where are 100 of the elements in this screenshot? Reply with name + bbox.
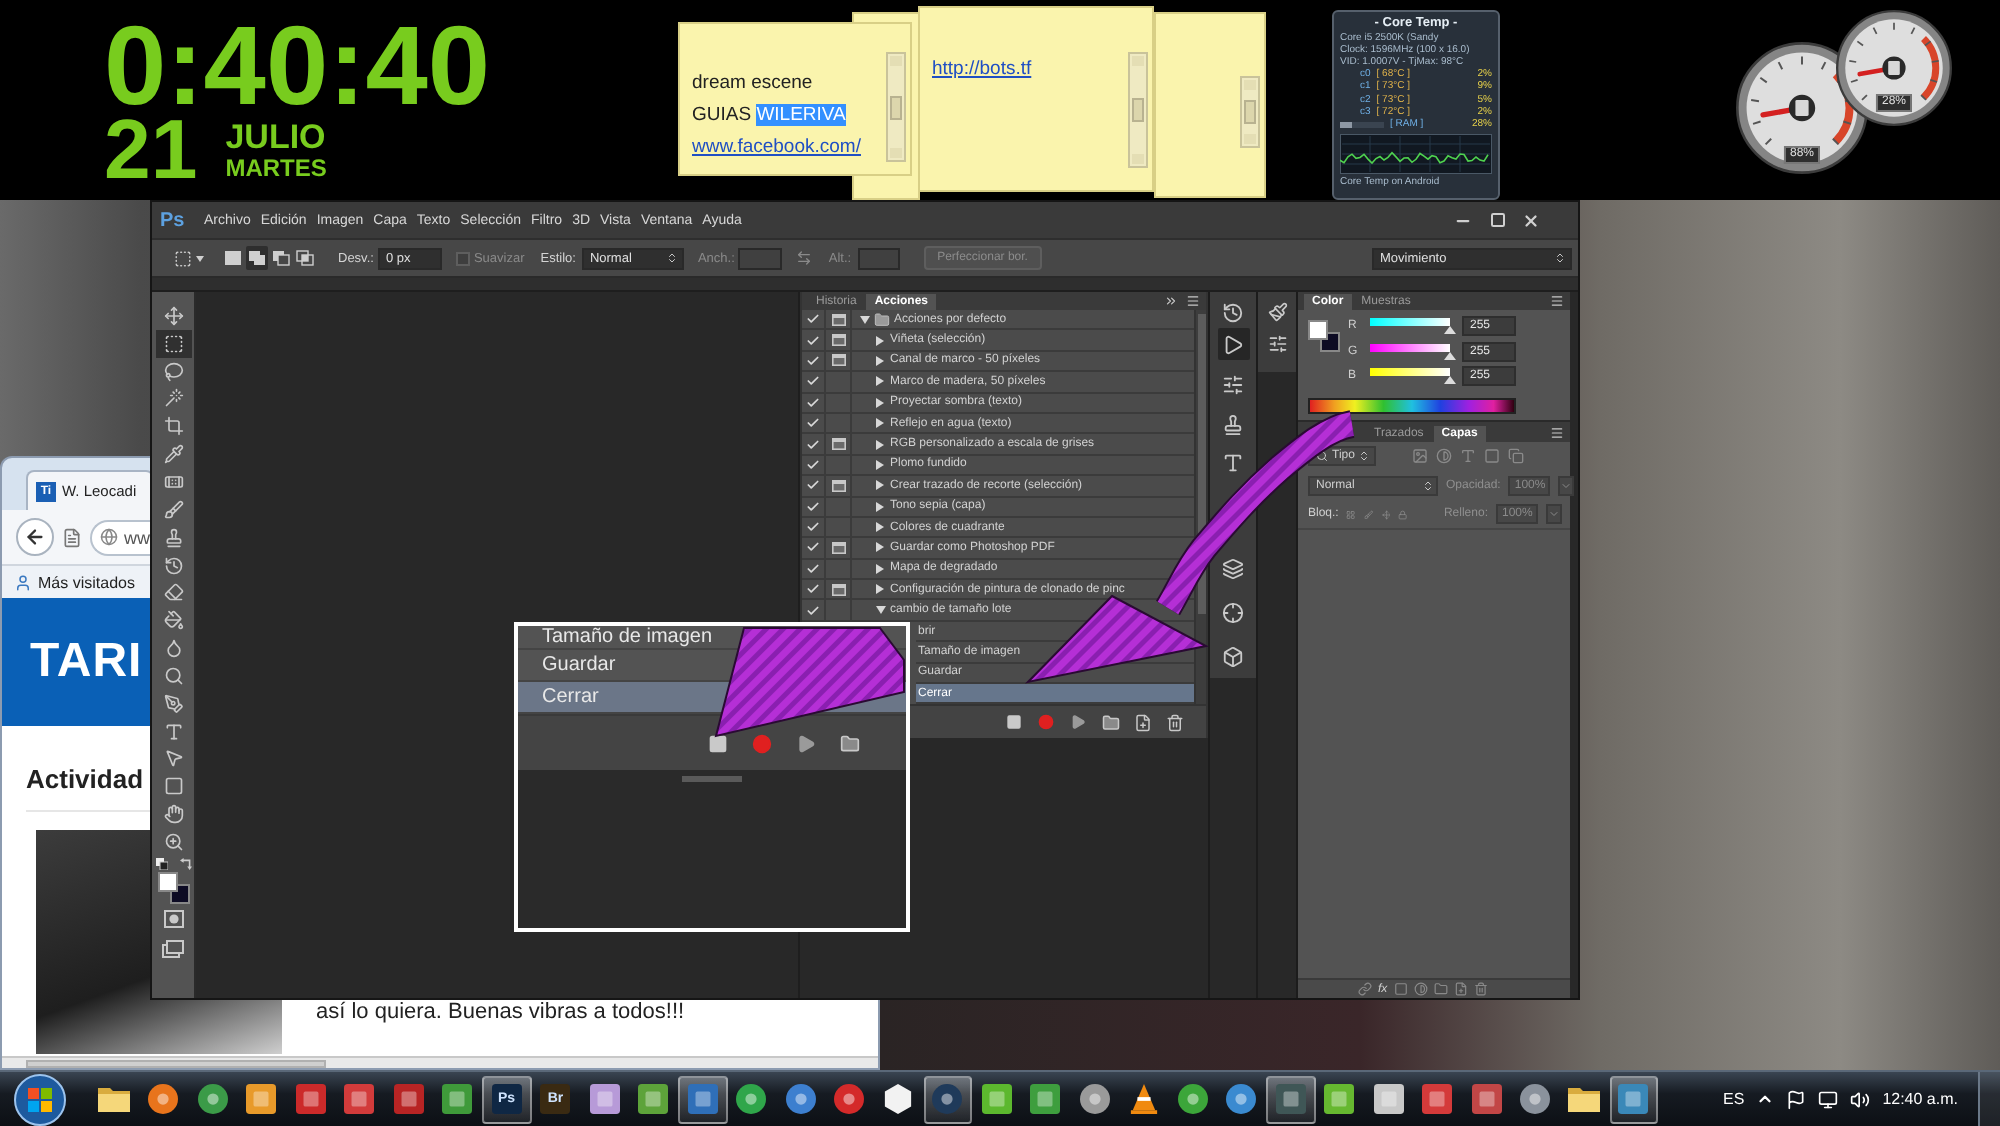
toggle-cell[interactable] bbox=[802, 580, 826, 599]
new-set-button[interactable] bbox=[1100, 712, 1120, 733]
window-icon bbox=[831, 313, 845, 326]
toggle-cell[interactable] bbox=[802, 434, 826, 454]
selection-mode-button[interactable] bbox=[270, 246, 292, 270]
stop-button[interactable] bbox=[1004, 712, 1024, 733]
dock-button[interactable] bbox=[1217, 328, 1249, 360]
dialog-toggle[interactable] bbox=[826, 330, 852, 350]
delete-button[interactable] bbox=[1164, 712, 1184, 733]
dialog-toggle[interactable] bbox=[826, 310, 852, 329]
triangle-down-icon[interactable] bbox=[859, 315, 869, 324]
triangle-down-icon[interactable] bbox=[875, 606, 885, 615]
taskbar-button[interactable] bbox=[678, 1075, 727, 1123]
note-link[interactable]: www.facebook.com/ bbox=[692, 136, 861, 158]
taskbar-button[interactable] bbox=[1609, 1075, 1658, 1123]
triangle-right-icon[interactable] bbox=[876, 542, 884, 553]
zoom-icon bbox=[163, 831, 183, 852]
new-page-icon[interactable] bbox=[1453, 982, 1468, 996]
tool-button[interactable] bbox=[155, 329, 191, 358]
taskbar-clock[interactable]: 12:40 a.m. bbox=[1882, 1090, 1958, 1108]
grip-icon bbox=[682, 776, 742, 782]
foreground-swatch[interactable] bbox=[1308, 320, 1328, 340]
overlapping-squares-icon[interactable] bbox=[155, 857, 167, 870]
overlapping-rectangles-icon[interactable] bbox=[162, 939, 184, 958]
bookmark-link[interactable]: Más visitados bbox=[38, 573, 135, 591]
new-action-button[interactable] bbox=[1132, 712, 1152, 733]
dialog-toggle[interactable] bbox=[826, 476, 852, 496]
selection-mode-button[interactable] bbox=[246, 246, 268, 270]
triangle-right-icon[interactable] bbox=[876, 522, 884, 533]
color-slider[interactable] bbox=[1364, 368, 1456, 385]
triangle-right-icon[interactable] bbox=[876, 501, 884, 512]
address-field[interactable]: ww bbox=[90, 519, 154, 555]
show-desktop-button[interactable] bbox=[1978, 1072, 2000, 1126]
triangle-right-icon[interactable] bbox=[876, 563, 884, 574]
dropdown-button[interactable] bbox=[1558, 475, 1575, 495]
menu-icon[interactable] bbox=[1186, 294, 1200, 308]
bucket-icon bbox=[163, 610, 183, 631]
toggle-cell[interactable] bbox=[802, 310, 826, 329]
volume-icon[interactable] bbox=[1850, 1089, 1871, 1109]
menu-icon[interactable] bbox=[1550, 426, 1564, 440]
triangle-right-icon[interactable] bbox=[876, 584, 884, 595]
dialog-toggle[interactable] bbox=[826, 351, 852, 371]
triangle-right-icon[interactable] bbox=[876, 459, 884, 470]
slider-thumb[interactable] bbox=[1444, 326, 1456, 335]
toggle-cell[interactable] bbox=[802, 351, 826, 371]
menu-icon[interactable] bbox=[1550, 294, 1564, 308]
toggle-cell[interactable] bbox=[802, 517, 826, 537]
language-indicator[interactable]: ES bbox=[1723, 1090, 1745, 1108]
selection-mode-button[interactable] bbox=[294, 246, 316, 270]
monitor-icon[interactable] bbox=[1818, 1089, 1839, 1109]
play-button[interactable] bbox=[1068, 712, 1088, 733]
toggle-cell[interactable] bbox=[802, 538, 826, 558]
layers-icon bbox=[1222, 557, 1244, 579]
toggle-cell[interactable] bbox=[802, 413, 826, 433]
toggle-cell[interactable] bbox=[802, 497, 826, 516]
triangle-right-icon[interactable] bbox=[876, 355, 884, 366]
flag-icon[interactable] bbox=[1786, 1089, 1807, 1109]
toggle-cell[interactable] bbox=[802, 455, 826, 475]
triangle-right-icon[interactable] bbox=[876, 439, 884, 450]
toggle-cell[interactable] bbox=[802, 330, 826, 350]
trash-icon[interactable] bbox=[1473, 982, 1488, 996]
double-chevron-icon[interactable] bbox=[1164, 294, 1178, 308]
dialog-toggle[interactable] bbox=[826, 434, 852, 454]
note-link[interactable]: http://bots.tf bbox=[932, 58, 1032, 80]
dialog-toggle[interactable] bbox=[826, 580, 852, 599]
app-logo: Ps bbox=[160, 209, 187, 231]
text-tool-icon bbox=[163, 721, 183, 742]
triangle-right-icon[interactable] bbox=[876, 397, 884, 408]
taskbar-button[interactable] bbox=[923, 1075, 972, 1123]
pointer-icon bbox=[163, 748, 183, 769]
slider-thumb[interactable] bbox=[1444, 351, 1456, 360]
dialog-toggle[interactable] bbox=[826, 538, 852, 558]
color-spectrum[interactable] bbox=[1308, 397, 1516, 413]
tool-preset-button[interactable] bbox=[172, 246, 206, 270]
triangle-right-icon[interactable] bbox=[876, 335, 884, 346]
foreground-swatch[interactable] bbox=[157, 871, 177, 892]
color-slider[interactable] bbox=[1364, 343, 1456, 360]
link-icon[interactable] bbox=[1358, 982, 1372, 996]
swap-arrow-icon[interactable] bbox=[179, 857, 191, 870]
folder-icon bbox=[98, 1086, 131, 1112]
toggle-cell[interactable] bbox=[802, 559, 826, 579]
color-slider[interactable] bbox=[1364, 318, 1456, 335]
folder-icon[interactable] bbox=[1433, 982, 1448, 996]
toggle-cell[interactable] bbox=[802, 600, 826, 620]
selection-mode-button[interactable] bbox=[222, 246, 244, 270]
circle-in-square-icon[interactable] bbox=[163, 909, 183, 928]
folder-icon bbox=[840, 733, 860, 753]
move-icon bbox=[163, 305, 183, 326]
toggle-cell[interactable] bbox=[802, 476, 826, 496]
toggle-cell[interactable] bbox=[802, 393, 826, 412]
gauge-dial bbox=[1836, 10, 1952, 126]
toggle-cell[interactable] bbox=[802, 372, 826, 392]
back-button[interactable] bbox=[16, 518, 54, 556]
slider-thumb[interactable] bbox=[1444, 376, 1456, 385]
triangle-right-icon[interactable] bbox=[876, 418, 884, 429]
triangle-right-icon[interactable] bbox=[876, 480, 884, 491]
play-icon bbox=[1222, 333, 1244, 355]
contrast-icon[interactable] bbox=[1413, 982, 1428, 996]
window-icon bbox=[831, 334, 845, 347]
triangle-right-icon[interactable] bbox=[876, 376, 884, 387]
